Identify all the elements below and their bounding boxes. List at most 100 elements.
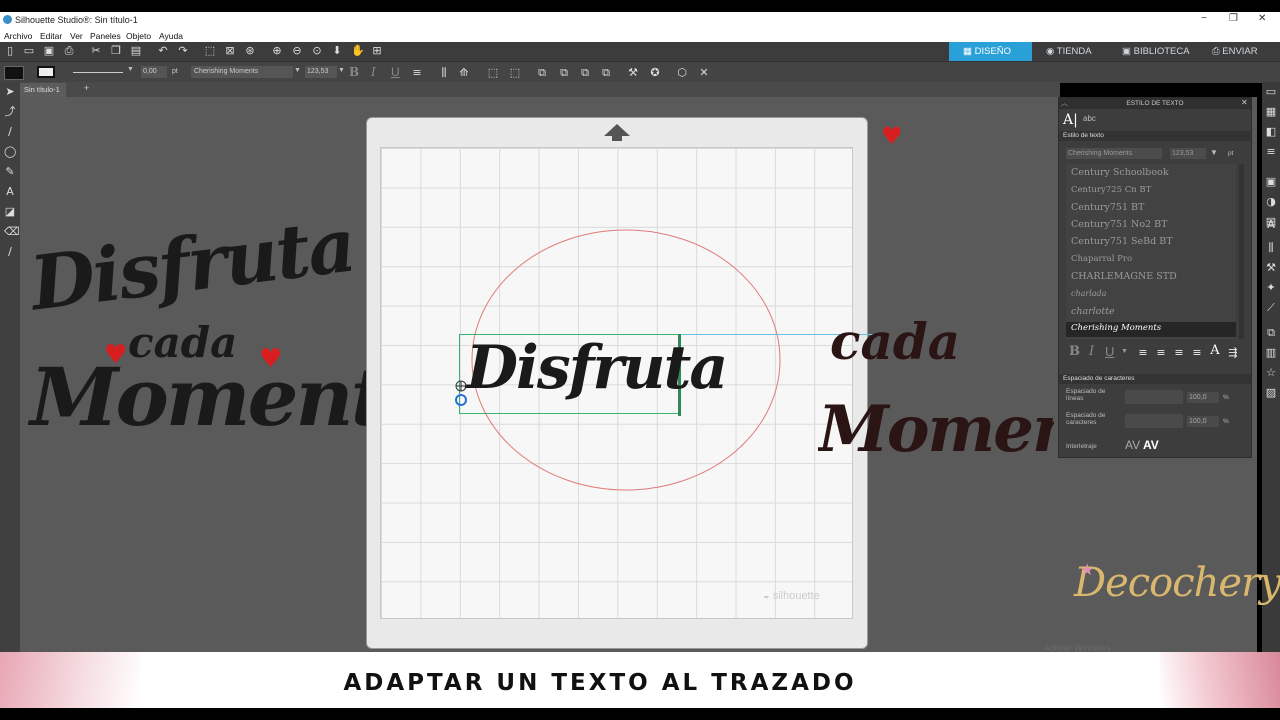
edit-points-icon[interactable]: ⤴ [4, 106, 16, 118]
line-color-swatch[interactable] [37, 66, 55, 78]
menu-objeto[interactable]: Objeto [126, 31, 151, 41]
crop-icon[interactable]: ⧉ [600, 67, 612, 79]
panel-bold-button[interactable]: B [1069, 344, 1080, 359]
star-tool-icon[interactable]: ✪ [649, 67, 661, 79]
doc-tab[interactable]: Sin título-1 [20, 83, 66, 97]
menu-archivo[interactable]: Archivo [4, 31, 32, 41]
close-icon[interactable]: ✕ [1241, 98, 1248, 107]
library-panel-icon[interactable]: ⧉ [1265, 327, 1277, 339]
close-button[interactable]: ✕ [1258, 13, 1266, 24]
font-list-scrollbar[interactable] [1239, 164, 1244, 339]
font-item[interactable]: Century751 SeBd BT [1071, 236, 1173, 247]
paste-icon[interactable]: ▤ [130, 45, 142, 57]
align-panel-icon[interactable]: ⫼ [1265, 242, 1277, 254]
menu-ver[interactable]: Ver [70, 31, 83, 41]
modify-panel-icon[interactable]: ✦ [1265, 282, 1277, 294]
page-setup-icon[interactable]: ▭ [1265, 86, 1277, 98]
line-spacing-slider[interactable] [1125, 390, 1183, 404]
maximize-button[interactable]: ❐ [1229, 13, 1238, 24]
open-icon[interactable]: ▭ [23, 45, 35, 57]
char-spacing-input[interactable]: 100,0 [1187, 416, 1219, 427]
tab-tienda[interactable]: ◉ TIENDA [1040, 42, 1108, 61]
intersect-icon[interactable]: ⧉ [579, 67, 591, 79]
subtract-icon[interactable]: ⧉ [558, 67, 570, 79]
line-width-input[interactable]: 0,00 [141, 66, 167, 78]
line-style-select[interactable] [73, 72, 123, 73]
transform-panel-icon[interactable]: ▣ [1265, 176, 1277, 188]
redo-icon[interactable]: ↷ [177, 45, 189, 57]
pointer-icon[interactable]: ➤ [4, 86, 16, 98]
fit-page-icon[interactable]: ⊞ [371, 45, 383, 57]
text-path-icon[interactable]: ⟰ [458, 67, 470, 79]
canvas-text-disfruta[interactable]: Disfruta [466, 333, 728, 403]
align-justify-icon[interactable]: ≡ [1191, 347, 1203, 359]
replicate-icon[interactable]: ⚒ [627, 67, 639, 79]
font-item[interactable]: charlada [1071, 289, 1106, 298]
ellipse-tool-icon[interactable]: ◯ [4, 146, 16, 158]
underline-button[interactable]: U [391, 65, 400, 79]
move-down-icon[interactable]: ⬇ [331, 45, 343, 57]
group-icon[interactable]: ⬚ [487, 67, 499, 79]
text-style-tab-icon[interactable]: A| [1063, 112, 1078, 128]
tab-diseno[interactable]: ▦ DISEÑO [949, 42, 1032, 61]
pattern-panel-icon[interactable]: ▨ [1265, 387, 1277, 399]
text-tool-icon[interactable]: A [4, 186, 16, 198]
bold-button[interactable]: B [349, 65, 359, 79]
tab-biblioteca[interactable]: ▣ BIBLIOTECA [1116, 42, 1202, 61]
font-name-select[interactable]: Cherishing Moments [191, 66, 293, 78]
vertical-text-icon[interactable]: A [1209, 344, 1221, 357]
font-item[interactable]: Century751 No2 BT [1071, 219, 1167, 230]
fill-panel-icon[interactable]: ◧ [1265, 126, 1277, 138]
text-path-tab-icon[interactable]: abc [1083, 114, 1096, 123]
cut-icon[interactable]: ✂ [90, 45, 102, 57]
align-icon[interactable]: ≡ [411, 67, 423, 79]
font-size-input[interactable]: 123,53 [305, 66, 337, 78]
line-panel-icon[interactable]: ≡ [1265, 146, 1277, 158]
align-right-icon[interactable]: ≡ [1173, 347, 1185, 359]
align-center-icon[interactable]: ≡ [1155, 347, 1167, 359]
char-spacing-slider[interactable] [1125, 414, 1183, 428]
fill-color-swatch[interactable] [4, 66, 24, 80]
weld-icon[interactable]: ⧉ [536, 67, 548, 79]
knife-panel-icon[interactable]: ⟋ [1265, 302, 1277, 314]
print-icon[interactable]: ⎙ [63, 45, 75, 57]
panel-italic-button[interactable]: I [1089, 344, 1094, 359]
align-left-icon[interactable]: ≡ [1137, 347, 1149, 359]
font-item[interactable]: Century751 BT [1071, 202, 1144, 213]
panel-underline-button[interactable]: U [1105, 344, 1114, 359]
new-icon[interactable]: ▯ [4, 45, 16, 57]
menu-ayuda[interactable]: Ayuda [159, 31, 183, 41]
italic-button[interactable]: I [371, 65, 376, 79]
close-icon[interactable]: ✕ [698, 67, 710, 79]
zoom-in-icon[interactable]: ⊕ [271, 45, 283, 57]
point-edit-icon[interactable]: ⊛ [244, 45, 256, 57]
font-item-selected[interactable]: Cherishing Moments [1066, 322, 1236, 337]
kerning-on-button[interactable]: AV [1143, 438, 1159, 452]
copy-icon[interactable]: ❐ [110, 45, 122, 57]
font-item[interactable]: CHARLEMAGNE STD [1071, 271, 1177, 282]
knife-tool-icon[interactable]: ∕ [4, 246, 16, 258]
menu-editar[interactable]: Editar [40, 31, 62, 41]
pencil-tool-icon[interactable]: ✎ [4, 166, 16, 178]
layers-panel-icon[interactable]: ▥ [1265, 347, 1277, 359]
chevron-down-icon[interactable]: ▼ [1210, 148, 1218, 157]
star-panel-icon[interactable]: ☆ [1265, 367, 1277, 379]
text-path-handle-icon[interactable] [454, 379, 470, 413]
font-item[interactable]: Chaparral Pro [1071, 254, 1132, 264]
panel-size-field[interactable]: 123,53 [1170, 148, 1206, 159]
fill-tool-icon[interactable]: ◪ [4, 206, 16, 218]
ungroup-icon[interactable]: ⬚ [509, 67, 521, 79]
font-item[interactable]: charlotte [1071, 306, 1115, 317]
kerning-off-button[interactable]: AV [1125, 438, 1140, 452]
pan-hand-icon[interactable]: ✋ [351, 45, 365, 57]
eraser-tool-icon[interactable]: ⌫ [4, 226, 20, 238]
save-icon[interactable]: ▣ [43, 45, 55, 57]
zoom-out-icon[interactable]: ⊖ [291, 45, 303, 57]
text-direction-icon[interactable]: ⇶ [1227, 347, 1239, 359]
offset-panel-icon[interactable]: ◑ [1265, 196, 1277, 208]
line-spacing-input[interactable]: 100,0 [1187, 392, 1219, 403]
select-all-icon[interactable]: ⬚ [204, 45, 216, 57]
minimize-button[interactable]: − [1201, 13, 1207, 24]
add-tab-button[interactable]: + [84, 83, 89, 93]
character-spacing-icon[interactable]: ⫼ [438, 67, 450, 79]
